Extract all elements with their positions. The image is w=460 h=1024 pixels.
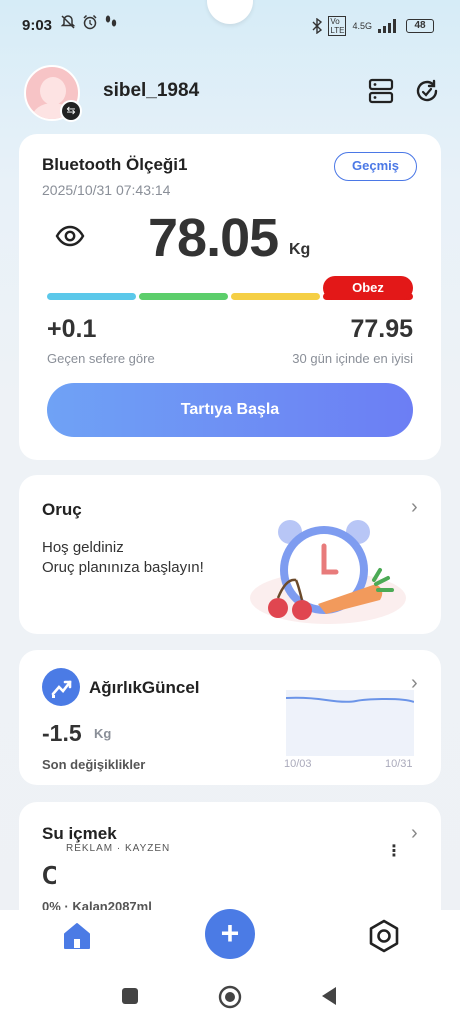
- weight-value: 78.05: [148, 208, 279, 268]
- best-value: 77.95: [350, 315, 413, 343]
- signal-icon: [378, 19, 396, 33]
- best-label: 30 gün içinde en iyisi: [292, 351, 413, 366]
- refresh-icon[interactable]: [414, 78, 440, 104]
- trend-chart-icon: [42, 668, 80, 706]
- mini-weight-chart: [285, 690, 415, 756]
- water-title: Su içmek: [42, 824, 117, 843]
- status-notification-icons: [60, 14, 118, 30]
- switch-user-icon[interactable]: ⇆: [60, 100, 82, 122]
- chart-x-start: 10/03: [284, 758, 312, 770]
- weight-unit: Kg: [289, 241, 311, 258]
- trend-label: Son değişiklikler: [42, 757, 146, 772]
- chevron-right-icon[interactable]: ›: [411, 822, 418, 845]
- home-icon[interactable]: [61, 920, 93, 952]
- fasting-clock-illustration: [250, 520, 406, 624]
- system-home-icon[interactable]: [218, 985, 242, 1009]
- alarm-icon: [83, 14, 97, 30]
- eye-icon[interactable]: [55, 225, 85, 247]
- trend-line: [285, 696, 415, 703]
- settings-icon[interactable]: [367, 919, 401, 953]
- mute-bell-icon: [60, 15, 76, 29]
- change-value: +0.1: [47, 315, 97, 343]
- fasting-welcome: Hoş geldiniz: [42, 539, 124, 556]
- bmi-category-badge: Obez: [323, 276, 413, 300]
- status-right-icons: Vo LTE 4.5G 48: [312, 16, 434, 36]
- ad-more-icon[interactable]: ⋮: [386, 841, 402, 861]
- history-button[interactable]: Geçmiş: [334, 152, 417, 181]
- back-icon[interactable]: [320, 986, 338, 1006]
- username: sibel_1984: [103, 80, 200, 101]
- weight-trend-title: AğırlıkGüncel: [89, 678, 200, 697]
- trend-value: -1.5: [42, 720, 82, 746]
- battery-icon: 48: [406, 19, 434, 33]
- fasting-prompt: Oruç planınıza başlayın!: [42, 559, 204, 576]
- network-type: 4.5G: [352, 21, 372, 31]
- fasting-title: Oruç: [42, 500, 82, 519]
- measurement-datetime: 2025/10/31 07:43:14: [42, 182, 171, 198]
- status-time: 9:03: [22, 17, 53, 34]
- footsteps-icon: [105, 15, 117, 27]
- bmi-bar-normal: [139, 293, 228, 300]
- chart-x-end: 10/31: [385, 758, 413, 770]
- device-name: Bluetooth Ölçeği1: [42, 155, 188, 174]
- trend-unit: Kg: [94, 726, 112, 741]
- ad-label: REKLAM · KAYZEN: [64, 843, 173, 854]
- start-weighing-button[interactable]: Tartıya Başla: [47, 383, 413, 437]
- bmi-bar-underweight: [47, 293, 136, 300]
- chevron-right-icon[interactable]: ›: [411, 496, 418, 519]
- volte-icon: Vo LTE: [328, 16, 347, 36]
- bluetooth-icon: [312, 18, 323, 34]
- recents-icon[interactable]: [121, 987, 139, 1005]
- avatar-face: [40, 77, 66, 105]
- change-label: Geçen sefere göre: [47, 351, 155, 366]
- device-list-icon[interactable]: [368, 78, 394, 104]
- bmi-bar-overweight: [231, 293, 320, 300]
- fasting-message: Hoş geldiniz Oruç planınıza başlayın!: [42, 538, 204, 578]
- add-button[interactable]: +: [205, 909, 255, 959]
